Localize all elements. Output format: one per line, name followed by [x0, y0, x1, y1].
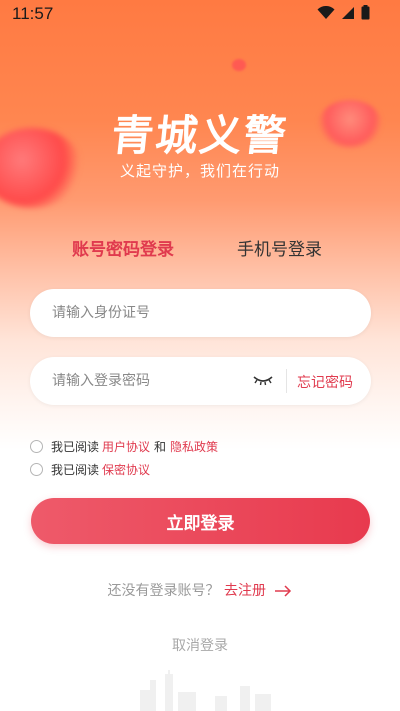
arrow-right-icon[interactable] [274, 585, 292, 597]
register-question: 还没有登录账号？ [107, 583, 220, 599]
eye-closed-icon[interactable] [252, 371, 274, 391]
tab-phone-login[interactable]: 手机号登录 [237, 235, 322, 260]
cancel-login-button[interactable]: 取消登录 [0, 635, 400, 655]
login-button[interactable]: 立即登录 [31, 498, 370, 544]
register-link[interactable]: 去注册 [224, 583, 266, 599]
wifi-icon [317, 5, 335, 19]
agreement-row-1: 我已阅读 用户协议 和 隐私政策 [30, 437, 221, 455]
agreement-prefix: 我已阅读 [51, 462, 100, 477]
battery-icon [361, 5, 370, 20]
register-prompt: 还没有登录账号？ 去注册 [0, 580, 400, 600]
login-tabs: 账号密码登录 手机号登录 [0, 235, 400, 261]
agreement-conjunction: 和 [154, 439, 167, 454]
app-slogan: 义起守护，我们在行动 [119, 162, 280, 180]
agreement-row-2: 我已阅读 保密协议 [30, 460, 153, 478]
password-field: 忘记密码 [30, 357, 371, 405]
heart-decoration [232, 59, 246, 71]
divider [286, 369, 287, 393]
agreement-prefix: 我已阅读 [51, 439, 100, 454]
id-number-input[interactable] [52, 289, 352, 337]
city-skyline-decoration [140, 670, 271, 711]
privacy-policy-link[interactable]: 隐私政策 [170, 438, 218, 455]
id-number-field [30, 289, 371, 337]
signal-icon [342, 6, 354, 19]
password-input[interactable] [52, 357, 262, 405]
forgot-password-link[interactable]: 忘记密码 [297, 372, 353, 392]
status-time: 11:57 [12, 4, 54, 23]
user-agreement-link[interactable]: 用户协议 [102, 438, 150, 455]
confidentiality-agreement-link[interactable]: 保密协议 [102, 461, 150, 478]
status-icons [317, 5, 370, 20]
tab-account-password[interactable]: 账号密码登录 [72, 235, 174, 260]
brand-logo: 青城义警 [0, 102, 400, 163]
agree-checkbox[interactable] [30, 439, 43, 453]
status-bar: 11:57 [0, 0, 400, 28]
agree-checkbox[interactable] [30, 462, 43, 476]
app-logo-title: 青城义警 [109, 111, 291, 160]
